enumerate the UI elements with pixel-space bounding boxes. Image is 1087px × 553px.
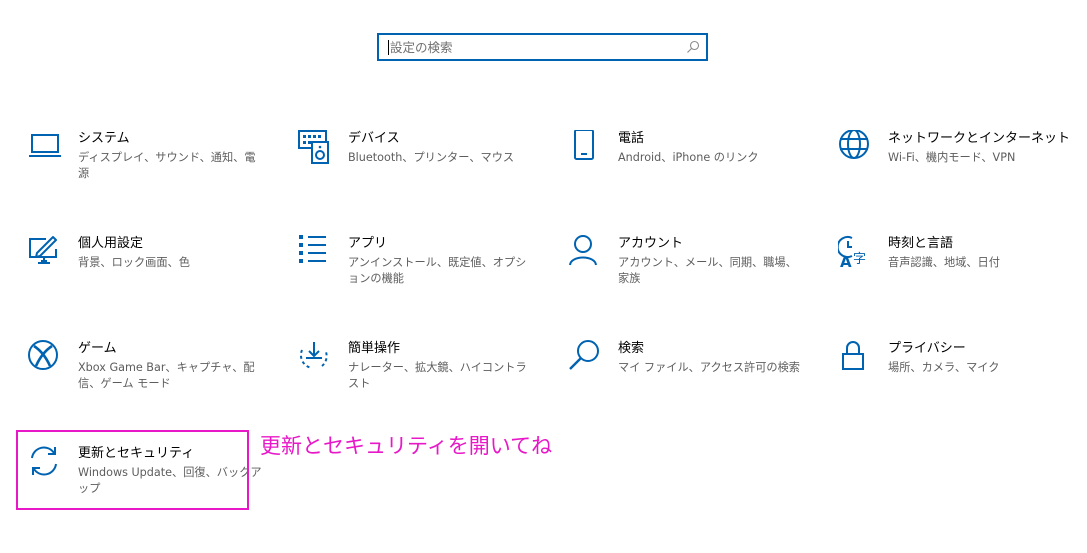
- tile-title: プライバシー: [888, 341, 966, 356]
- time-language-icon: A 字: [838, 236, 866, 269]
- tile-title: 電話: [618, 131, 645, 146]
- ease-of-access-icon: [299, 342, 328, 369]
- tile-title: ゲーム: [78, 341, 117, 356]
- tile-time-language[interactable]: A 字 時刻と言語 音声認識、地域、日付: [838, 235, 1078, 305]
- tile-network[interactable]: ネットワークとインターネット Wi-Fi、機内モード、VPN: [838, 130, 1078, 200]
- tile-description: アンインストール、既定値、オプションの機能: [348, 256, 527, 285]
- tile-system[interactable]: システム ディスプレイ、サウンド、通知、電源: [28, 130, 268, 200]
- tile-title: アカウント: [618, 236, 684, 251]
- person-icon: [569, 235, 597, 266]
- search-input[interactable]: [390, 37, 680, 57]
- tile-title: 時刻と言語: [888, 236, 954, 251]
- tile-phone[interactable]: 電話 Android、iPhone のリンク: [568, 130, 808, 200]
- app-list-icon: [299, 235, 326, 263]
- tile-title: 検索: [618, 341, 645, 356]
- tile-title: アプリ: [348, 236, 388, 251]
- laptop-icon: [29, 134, 61, 157]
- tile-gaming[interactable]: ゲーム Xbox Game Bar、キャプチャ、配信、ゲーム モード: [28, 340, 268, 410]
- text-caret: [388, 40, 389, 55]
- tile-title: 個人用設定: [78, 236, 144, 251]
- settings-search-box[interactable]: [377, 33, 708, 61]
- highlight-box: [16, 430, 249, 510]
- phone-icon: [574, 130, 594, 160]
- tile-description: マイ ファイル、アクセス許可の検索: [618, 361, 800, 374]
- tile-ease-of-access[interactable]: 簡単操作 ナレーター、拡大鏡、ハイコントラスト: [298, 340, 538, 410]
- tile-personalization[interactable]: 個人用設定 背景、ロック画面、色: [28, 235, 268, 305]
- tile-title: ネットワークとインターネット: [888, 131, 1071, 146]
- paint-monitor-icon: [29, 236, 57, 264]
- tile-accounts[interactable]: アカウント アカウント、メール、同期、職場、家族: [568, 235, 808, 305]
- xbox-icon: [28, 340, 58, 370]
- tile-privacy[interactable]: プライバシー 場所、カメラ、マイク: [838, 340, 1078, 410]
- tile-description: Android、iPhone のリンク: [618, 151, 759, 164]
- svg-text:字: 字: [853, 252, 866, 267]
- tile-devices[interactable]: デバイス Bluetooth、プリンター、マウス: [298, 130, 538, 200]
- tile-apps[interactable]: アプリ アンインストール、既定値、オプションの機能: [298, 235, 538, 305]
- tile-title: デバイス: [348, 131, 400, 146]
- tile-title: 簡単操作: [348, 341, 401, 356]
- tile-description: ナレーター、拡大鏡、ハイコントラスト: [348, 361, 527, 390]
- tile-description: 場所、カメラ、マイク: [888, 361, 1000, 374]
- tile-description: Wi-Fi、機内モード、VPN: [888, 151, 1016, 164]
- tile-description: Xbox Game Bar、キャプチャ、配信、ゲーム モード: [78, 361, 255, 390]
- svg-text:A: A: [840, 253, 852, 269]
- keyboard-speaker-icon: [298, 130, 329, 164]
- tile-description: アカウント、メール、同期、職場、家族: [618, 256, 797, 285]
- lock-icon: [842, 341, 864, 370]
- search-icon[interactable]: [686, 40, 700, 54]
- globe-icon: [839, 130, 869, 159]
- tile-description: 音声認識、地域、日付: [888, 256, 1000, 269]
- magnifier-icon: [569, 340, 599, 370]
- tile-search[interactable]: 検索 マイ ファイル、アクセス許可の検索: [568, 340, 808, 410]
- tile-description: Bluetooth、プリンター、マウス: [348, 151, 515, 164]
- tile-description: 背景、ロック画面、色: [78, 256, 190, 269]
- annotation-text: 更新とセキュリティを開いてね: [260, 434, 553, 458]
- tile-description: ディスプレイ、サウンド、通知、電源: [78, 151, 256, 180]
- tile-title: システム: [78, 131, 130, 146]
